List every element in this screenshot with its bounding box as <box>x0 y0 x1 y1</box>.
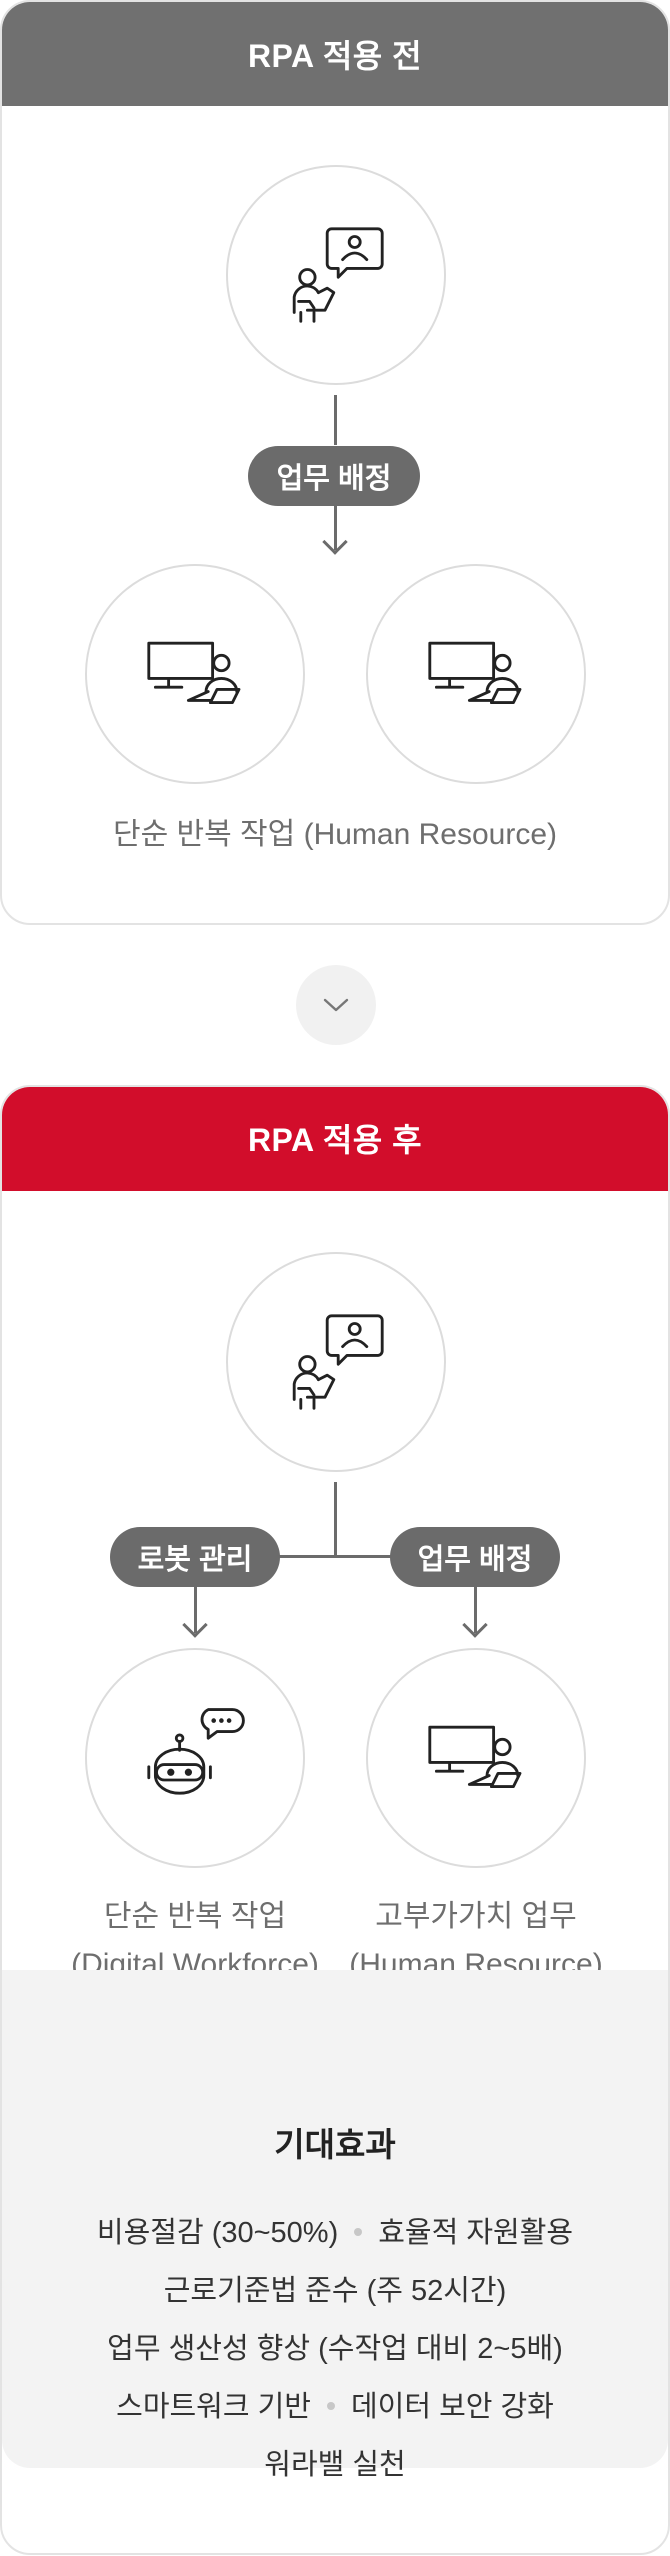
effect-smartwork: 스마트워크 기반 <box>116 2391 311 2423</box>
worker-circle-right <box>366 564 586 784</box>
effect-cost-saving: 비용절감 (30~50%) <box>96 2217 339 2249</box>
bullet-dot <box>326 2402 335 2411</box>
robot-manage-pill: 로봇 관리 <box>110 1527 280 1587</box>
worker-circle-left <box>85 564 305 784</box>
human-caption-1: 고부가가치 업무 <box>375 1900 577 1933</box>
effect-line-2: 근로기준법 준수 (주 52시간) <box>163 2275 507 2307</box>
robot-chat-icon <box>147 1708 245 1795</box>
before-connector-top <box>334 395 337 445</box>
expected-effects-title: 기대효과 <box>274 2126 396 2163</box>
bullet-dot <box>354 2228 363 2237</box>
after-assign-pill: 업무 배정 <box>390 1527 560 1587</box>
person-at-computer-icon <box>428 641 522 705</box>
manager-presenting-icon <box>292 1314 384 1410</box>
effect-line-5: 워라밸 실천 <box>264 2449 406 2481</box>
effect-data-security: 데이터 보안 강화 <box>350 2391 554 2423</box>
manager-circle-after <box>226 1252 446 1472</box>
after-rpa-header: RPA 적용 후 <box>2 1087 668 1191</box>
effect-line-3: 업무 생산성 향상 (수작업 대비 2~5배) <box>107 2333 563 2365</box>
manager-circle <box>226 165 446 385</box>
before-assign-pill: 업무 배정 <box>248 446 420 506</box>
after-connector-vertical <box>334 1482 337 1556</box>
before-rpa-header: RPA 적용 전 <box>2 2 668 106</box>
person-at-computer-icon <box>428 1725 522 1789</box>
worker-circle-after <box>366 1648 586 1868</box>
robot-caption-1: 단순 반복 작업 <box>103 1900 287 1933</box>
before-caption: 단순 반복 작업 (Human Resource) <box>112 818 558 851</box>
person-at-computer-icon <box>147 641 241 705</box>
effect-line-4: 스마트워크 기반 데이터 보안 강화 <box>0 2383 670 2425</box>
effect-resource-use: 효율적 자원활용 <box>378 2217 574 2249</box>
manager-presenting-icon <box>292 227 384 323</box>
chevron-down-button[interactable] <box>296 965 376 1045</box>
effect-line-1: 비용절감 (30~50%) 효율적 자원활용 <box>0 2209 670 2251</box>
robot-circle <box>85 1648 305 1868</box>
chevron-down-icon <box>323 998 349 1012</box>
